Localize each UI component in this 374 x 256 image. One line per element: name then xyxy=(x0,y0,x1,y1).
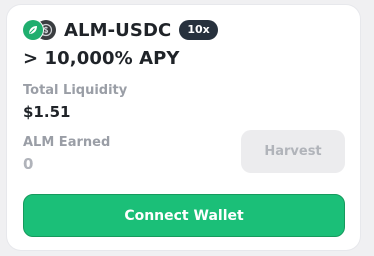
harvest-button[interactable]: Harvest xyxy=(241,130,345,173)
farm-card: ALM-USDC 10x > 10,000% APY Total Liquidi… xyxy=(7,5,360,250)
apy-value: > 10,000% APY xyxy=(23,48,180,69)
pair-name: ALM-USDC xyxy=(64,19,172,41)
farm-header: ALM-USDC 10x xyxy=(23,19,218,41)
token-pair-icons xyxy=(23,19,63,41)
earned-value: 0 xyxy=(23,155,34,173)
leaf-icon xyxy=(23,20,43,40)
multiplier-badge: 10x xyxy=(179,20,218,40)
total-liquidity-value: $1.51 xyxy=(23,103,71,121)
earned-label: ALM Earned xyxy=(23,135,111,150)
connect-wallet-button[interactable]: Connect Wallet xyxy=(23,194,345,237)
total-liquidity-label: Total Liquidity xyxy=(23,83,128,98)
